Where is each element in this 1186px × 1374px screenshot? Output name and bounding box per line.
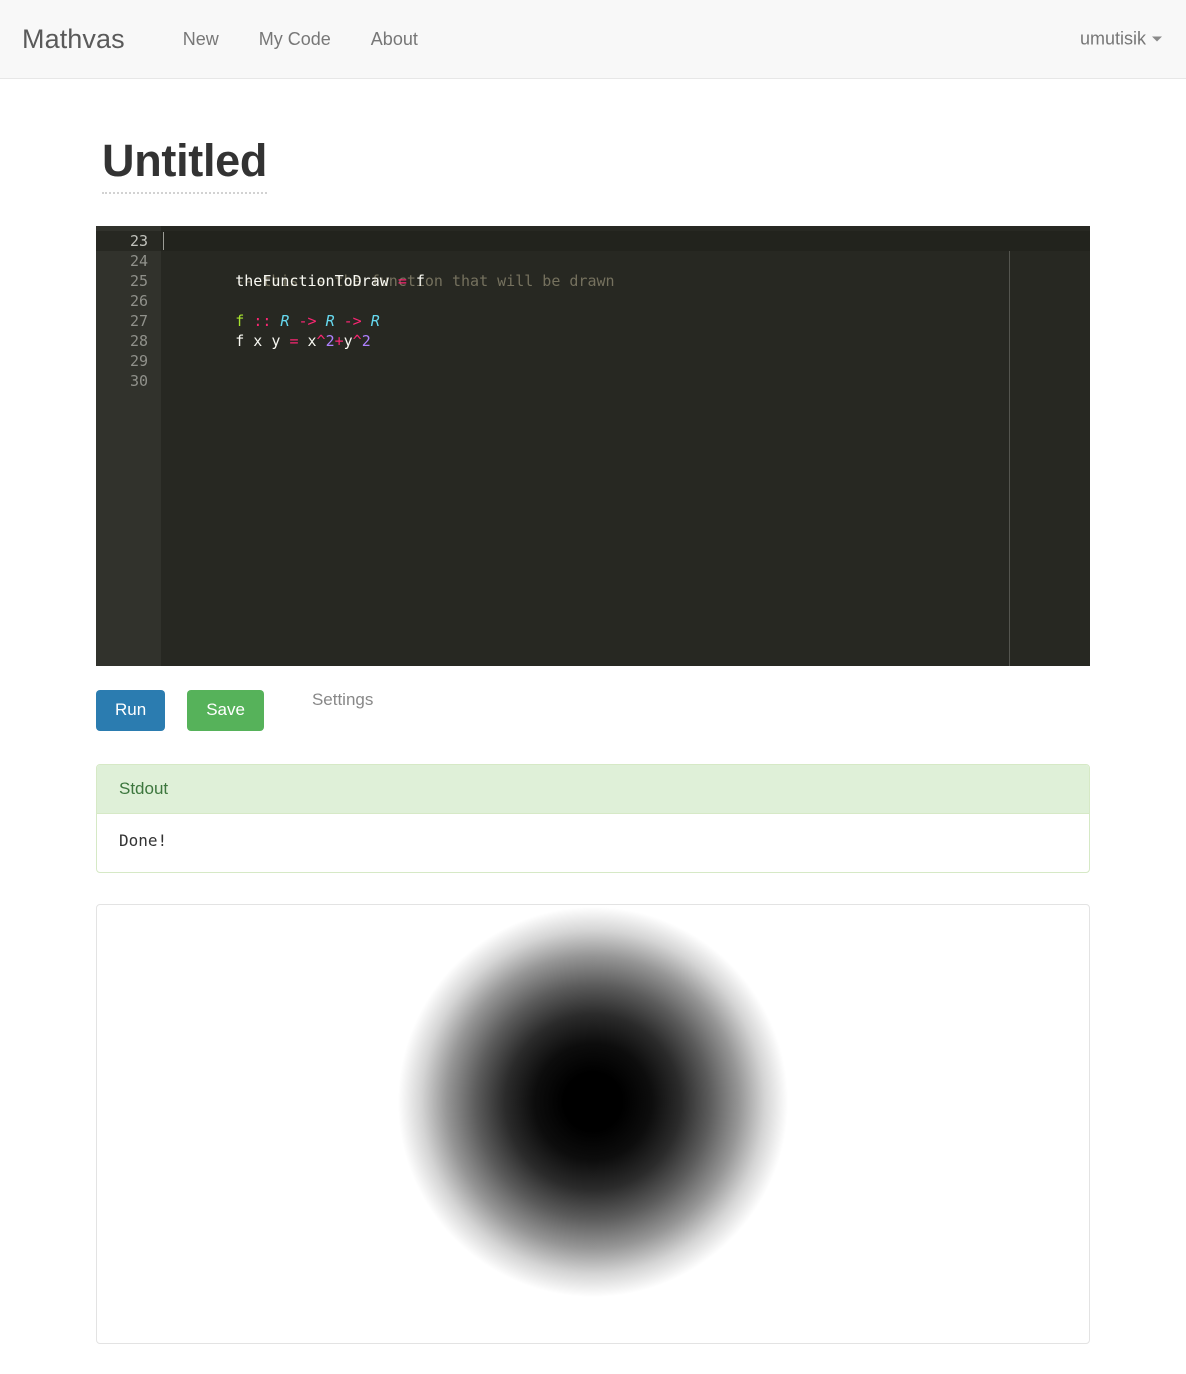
code-line-26[interactable]: f :: R -> R -> R	[161, 291, 1090, 330]
stdout-panel-body: Done!	[119, 830, 168, 850]
gutter-line: 24	[129, 252, 148, 271]
function-plot-canvas	[203, 904, 983, 1343]
editor-content[interactable]: -- this is the function that will be dra…	[161, 226, 1090, 667]
run-button[interactable]: Run	[96, 690, 166, 731]
code-line-30[interactable]	[161, 371, 1090, 391]
main-container: Untitled 23 24 25 26 27 28 29 30 -- this…	[96, 79, 1090, 1344]
user-menu-label: umutisik	[1079, 28, 1146, 49]
render-output-panel[interactable]	[96, 903, 1090, 1344]
nav-link-about[interactable]: About	[351, 29, 438, 50]
code-line-25[interactable]	[161, 271, 1090, 291]
editor-toolbar: Run Save Settings	[96, 690, 1090, 731]
brand-link[interactable]: Mathvas	[22, 24, 125, 55]
gutter-line: 26	[129, 292, 148, 311]
editor-gutter: 23 24 25 26 27 28 29 30	[96, 226, 161, 667]
gutter-line: 27	[129, 312, 148, 331]
code-line-29[interactable]	[161, 351, 1090, 371]
nav-link-my-code[interactable]: My Code	[239, 29, 351, 50]
gutter-line: 25	[129, 272, 148, 291]
user-menu[interactable]: umutisik	[1080, 29, 1162, 50]
code-line-23[interactable]: -- this is the function that will be dra…	[161, 231, 1090, 290]
save-button[interactable]: Save	[187, 690, 264, 731]
gutter-line: 30	[129, 372, 148, 391]
code-line-27[interactable]: f x y = x^2+y^2	[161, 311, 1090, 350]
title-wrap: Untitled	[96, 79, 1090, 204]
chevron-down-icon	[1152, 36, 1162, 42]
code-line-28[interactable]	[161, 331, 1090, 351]
page-title[interactable]: Untitled	[102, 137, 267, 195]
nav-link-new[interactable]: New	[163, 29, 239, 50]
settings-link[interactable]: Settings	[312, 690, 373, 710]
navbar: Mathvas New My Code About umutisik	[0, 0, 1186, 79]
stdout-panel-header: Stdout	[97, 764, 1089, 814]
gutter-line: 29	[129, 352, 148, 371]
code-editor[interactable]: 23 24 25 26 27 28 29 30 -- this is the f…	[96, 226, 1090, 667]
gutter-line: 23	[96, 231, 161, 252]
primary-nav: New My Code About	[163, 29, 438, 50]
text-cursor	[163, 232, 164, 251]
code-line-24[interactable]: theFunctionToDraw = f	[161, 251, 1090, 290]
gutter-line: 28	[129, 332, 148, 351]
stdout-panel: Stdout Done!	[96, 763, 1090, 873]
